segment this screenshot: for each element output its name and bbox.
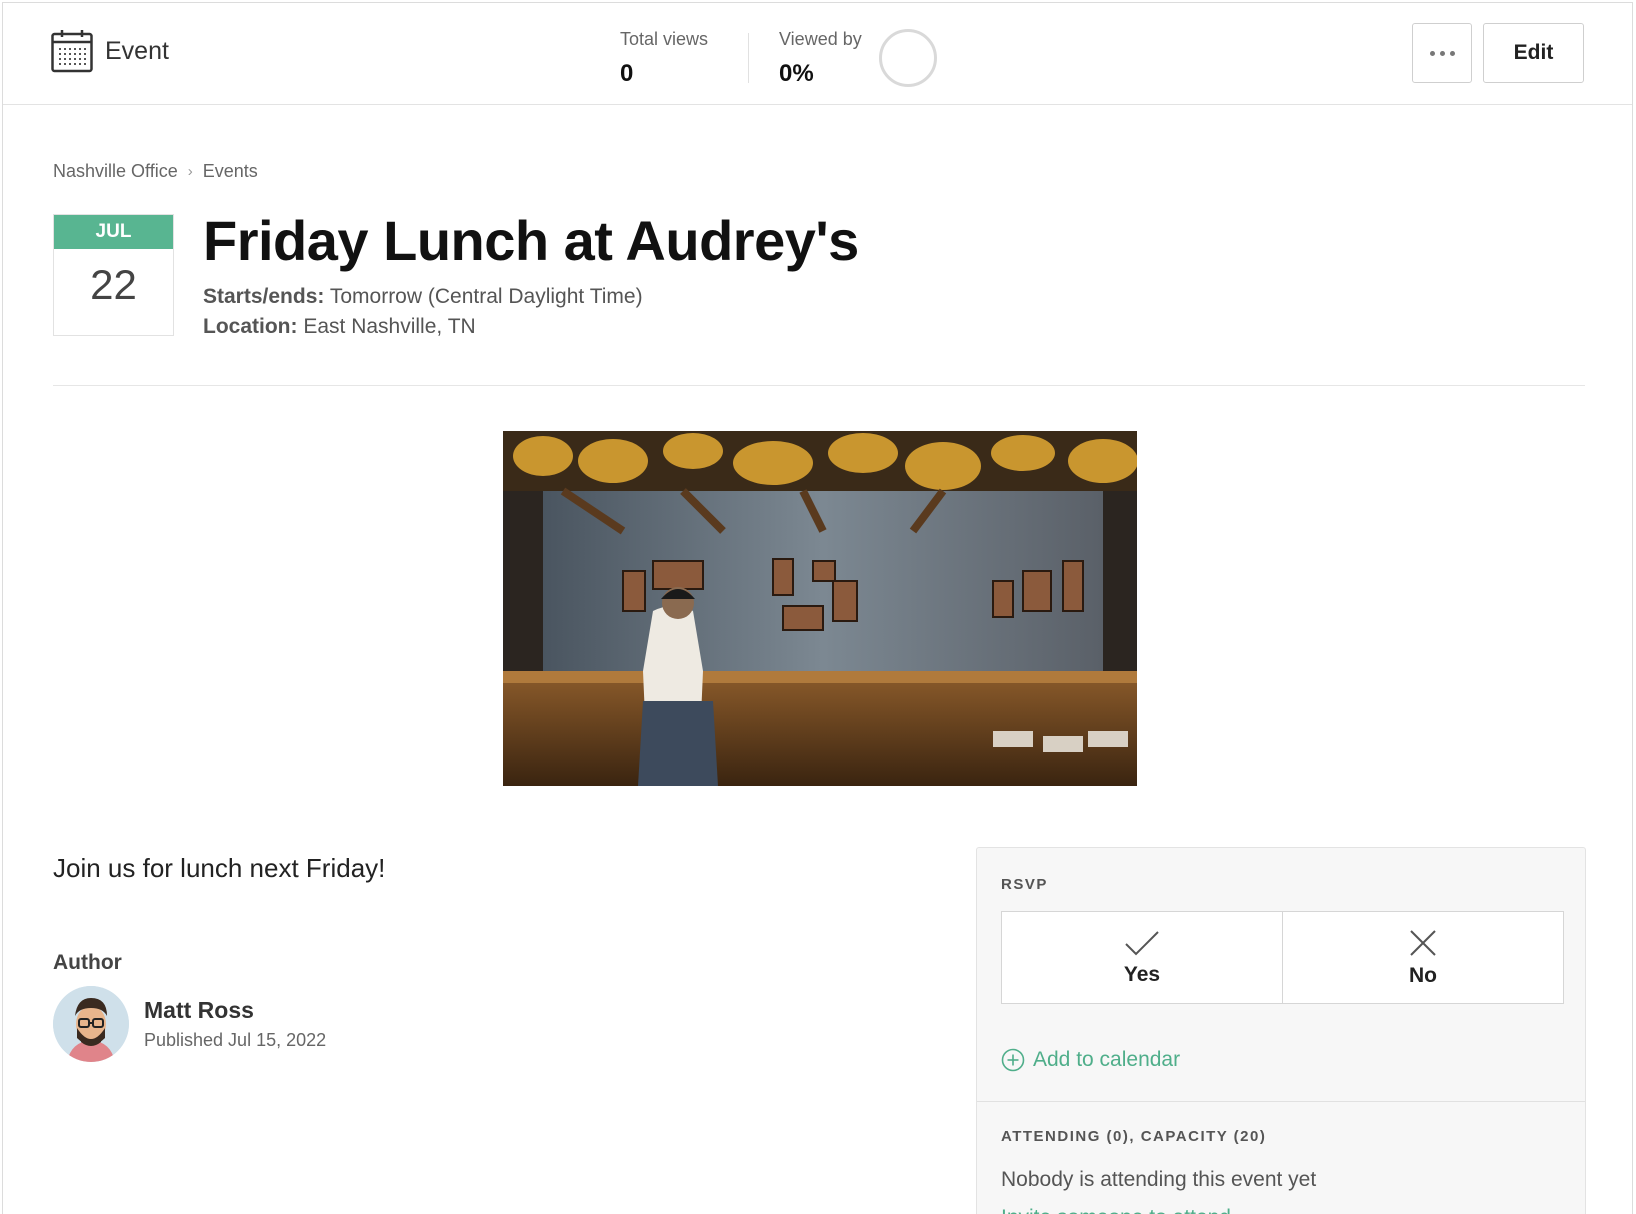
avatar[interactable] xyxy=(53,986,129,1062)
more-options-button[interactable] xyxy=(1412,23,1472,83)
rsvp-buttons: Yes No xyxy=(1001,911,1564,1004)
content-type-text: Event xyxy=(105,36,169,65)
viewed-by-stat: Viewed by 0% xyxy=(779,29,862,88)
stat-divider xyxy=(748,33,749,83)
page-frame: Event Total views 0 Viewed by 0% Edit Na… xyxy=(2,2,1633,1214)
plus-circle-icon xyxy=(1001,1048,1025,1072)
event-location: Location: East Nashville, TN xyxy=(203,315,476,339)
rsvp-yes-button[interactable]: Yes xyxy=(1002,912,1282,1003)
more-dots-icon xyxy=(1429,50,1455,56)
add-to-calendar-label: Add to calendar xyxy=(1033,1048,1181,1071)
viewed-by-progress-ring xyxy=(879,29,937,87)
author-heading: Author xyxy=(53,951,122,974)
rsvp-no-button[interactable]: No xyxy=(1282,912,1563,1003)
rsvp-panel: RSVP Yes No Add to calendar ATTENDING (0… xyxy=(976,847,1586,1214)
event-day: 22 xyxy=(90,261,137,308)
calendar-icon xyxy=(51,30,93,73)
rsvp-heading: RSVP xyxy=(1001,876,1048,893)
attending-heading: ATTENDING (0), CAPACITY (20) xyxy=(1001,1128,1267,1145)
event-cover-image xyxy=(503,431,1137,786)
event-month: JUL xyxy=(54,215,173,249)
top-bar: Event Total views 0 Viewed by 0% Edit xyxy=(3,3,1632,105)
attending-empty-text: Nobody is attending this event yet xyxy=(1001,1168,1317,1191)
breadcrumb: Nashville Office › Events xyxy=(53,161,258,182)
breadcrumb-item-events[interactable]: Events xyxy=(203,161,258,182)
total-views-stat: Total views 0 xyxy=(620,29,708,88)
event-starts: Starts/ends: Tomorrow (Central Daylight … xyxy=(203,285,643,309)
published-date: Published Jul 15, 2022 xyxy=(144,1030,327,1050)
viewed-by-label: Viewed by xyxy=(779,29,862,49)
invite-link[interactable]: Invite someone to attend xyxy=(1001,1206,1231,1214)
viewed-by-value: 0% xyxy=(779,60,814,87)
rsvp-no-label: No xyxy=(1409,963,1437,987)
starts-label: Starts/ends: xyxy=(203,285,325,308)
chevron-right-icon: › xyxy=(187,163,193,180)
breadcrumb-item-office[interactable]: Nashville Office xyxy=(53,161,178,182)
author-name[interactable]: Matt Ross xyxy=(144,997,254,1024)
rsvp-yes-label: Yes xyxy=(1123,962,1161,986)
event-description: Join us for lunch next Friday! xyxy=(53,853,386,883)
add-to-calendar-link[interactable]: Add to calendar xyxy=(1001,1048,1180,1072)
location-label: Location: xyxy=(203,315,298,338)
edit-button[interactable]: Edit xyxy=(1483,23,1584,83)
location-value: East Nashville, TN xyxy=(303,315,476,338)
close-icon xyxy=(1410,929,1436,956)
page-title: Friday Lunch at Audrey's xyxy=(203,209,859,272)
total-views-label: Total views xyxy=(620,29,709,49)
total-views-value: 0 xyxy=(620,60,634,87)
starts-value: Tomorrow (Central Daylight Time) xyxy=(329,285,643,308)
content-type-label: Event xyxy=(51,29,169,73)
checkmark-icon xyxy=(1125,930,1159,955)
header-divider xyxy=(53,385,1585,386)
panel-divider xyxy=(977,1101,1585,1102)
event-date-badge: JUL 22 xyxy=(53,214,174,336)
